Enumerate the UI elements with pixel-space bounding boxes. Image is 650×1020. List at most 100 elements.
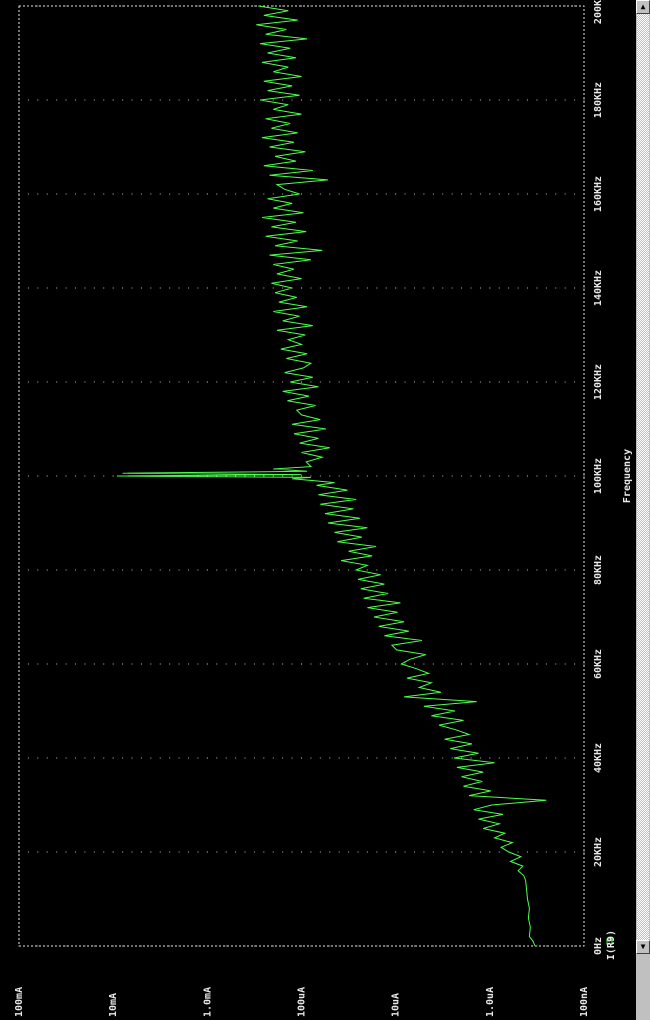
grid-dot: [235, 193, 237, 195]
grid-dot: [235, 663, 237, 665]
grid-dot: [348, 287, 350, 289]
vertical-scrollbar[interactable]: ▲ ▼: [636, 0, 650, 1020]
grid-dot: [282, 569, 284, 571]
grid-dot: [291, 99, 293, 101]
grid-dot: [329, 475, 331, 477]
grid-dot: [536, 945, 538, 947]
grid-dot: [244, 851, 246, 853]
grid-dot: [574, 99, 576, 101]
grid-dot: [451, 381, 453, 383]
grid-dot: [329, 569, 331, 571]
grid-dot: [583, 945, 585, 947]
grid-dot: [366, 287, 368, 289]
grid-dot: [470, 287, 472, 289]
grid-dot: [414, 757, 415, 759]
grid-dot: [188, 193, 189, 195]
grid-dot: [178, 945, 180, 947]
grid-dot: [385, 381, 387, 383]
grid-dot: [27, 851, 29, 853]
grid-dot: [310, 663, 312, 665]
grid-dot: [169, 381, 171, 383]
grid-dot: [414, 193, 415, 195]
grid-dot: [461, 5, 463, 7]
frequency-tick-label: 40KHz: [593, 743, 604, 773]
grid-dot: [301, 99, 302, 101]
grid-dot: [272, 5, 274, 7]
grid-dot: [159, 757, 161, 759]
grid-dot: [527, 193, 528, 195]
grid-dot: [366, 475, 368, 477]
grid-dot: [432, 757, 434, 759]
grid-dot: [404, 851, 406, 853]
grid-dot: [272, 193, 274, 195]
grid-dot: [536, 663, 538, 665]
grid-dot: [385, 5, 387, 7]
grid-dot: [583, 193, 585, 195]
grid-dot: [37, 945, 39, 947]
grid-dot: [65, 99, 67, 101]
scroll-up-arrow-icon[interactable]: ▲: [636, 0, 650, 14]
grid-dot: [395, 193, 397, 195]
grid-dot: [46, 99, 48, 101]
grid-dot: [385, 193, 387, 195]
grid-dot: [517, 663, 519, 665]
grid-dot: [18, 99, 20, 101]
grid-dot: [423, 569, 425, 571]
current-tick-label: 10mA: [108, 993, 119, 1017]
grid-dot: [376, 757, 378, 759]
grid-dot: [188, 5, 189, 7]
grid-dot: [140, 851, 142, 853]
grid-dot: [517, 851, 519, 853]
grid-dot: [178, 5, 180, 7]
grid-dot: [555, 381, 557, 383]
grid-dot: [122, 663, 124, 665]
grid-dot: [27, 569, 29, 571]
grid-dot: [65, 569, 67, 571]
frequency-tick-label: 60KHz: [593, 649, 604, 679]
grid-dot: [498, 381, 500, 383]
grid-dot: [385, 945, 387, 947]
grid-dot: [122, 5, 124, 7]
grid-dot: [272, 851, 274, 853]
grid-dot: [27, 193, 29, 195]
grid-dot: [178, 663, 180, 665]
grid-dot: [555, 5, 557, 7]
grid-dot: [37, 5, 39, 7]
grid-dot: [188, 945, 189, 947]
grid-dot: [103, 569, 105, 571]
grid-dot: [282, 475, 284, 477]
grid-dot: [442, 757, 444, 759]
grid-dot: [348, 945, 350, 947]
grid-dot: [479, 99, 481, 101]
grid-dot: [103, 287, 105, 289]
grid-dot: [432, 569, 434, 571]
grid-dot: [140, 757, 142, 759]
grid-dot: [583, 99, 585, 101]
grid-dot: [376, 287, 378, 289]
axis-title-frequency: Frequency: [622, 449, 633, 503]
grid-dot: [93, 945, 95, 947]
grid-dot: [178, 757, 180, 759]
grid-dot: [545, 287, 547, 289]
grid-dot: [442, 569, 444, 571]
grid-dot: [517, 757, 519, 759]
grid-dot: [197, 663, 199, 665]
grid-dot: [272, 287, 274, 289]
grid-dot: [583, 287, 585, 289]
grid-dot: [225, 381, 227, 383]
scroll-down-arrow-icon[interactable]: ▼: [636, 940, 650, 954]
grid-dot: [536, 757, 538, 759]
grid-dot: [56, 757, 58, 759]
grid-dot: [159, 663, 161, 665]
grid-dot: [301, 945, 302, 947]
grid-dot: [206, 381, 208, 383]
grid-dot: [536, 475, 538, 477]
grid-dot: [470, 99, 472, 101]
grid-dot: [545, 5, 547, 7]
grid-dot: [555, 193, 557, 195]
frequency-tick-label: 80KHz: [593, 555, 604, 585]
grid-dot: [75, 851, 76, 853]
scroll-track[interactable]: [637, 14, 649, 940]
grid-dot: [470, 475, 472, 477]
grid-dot: [423, 757, 425, 759]
